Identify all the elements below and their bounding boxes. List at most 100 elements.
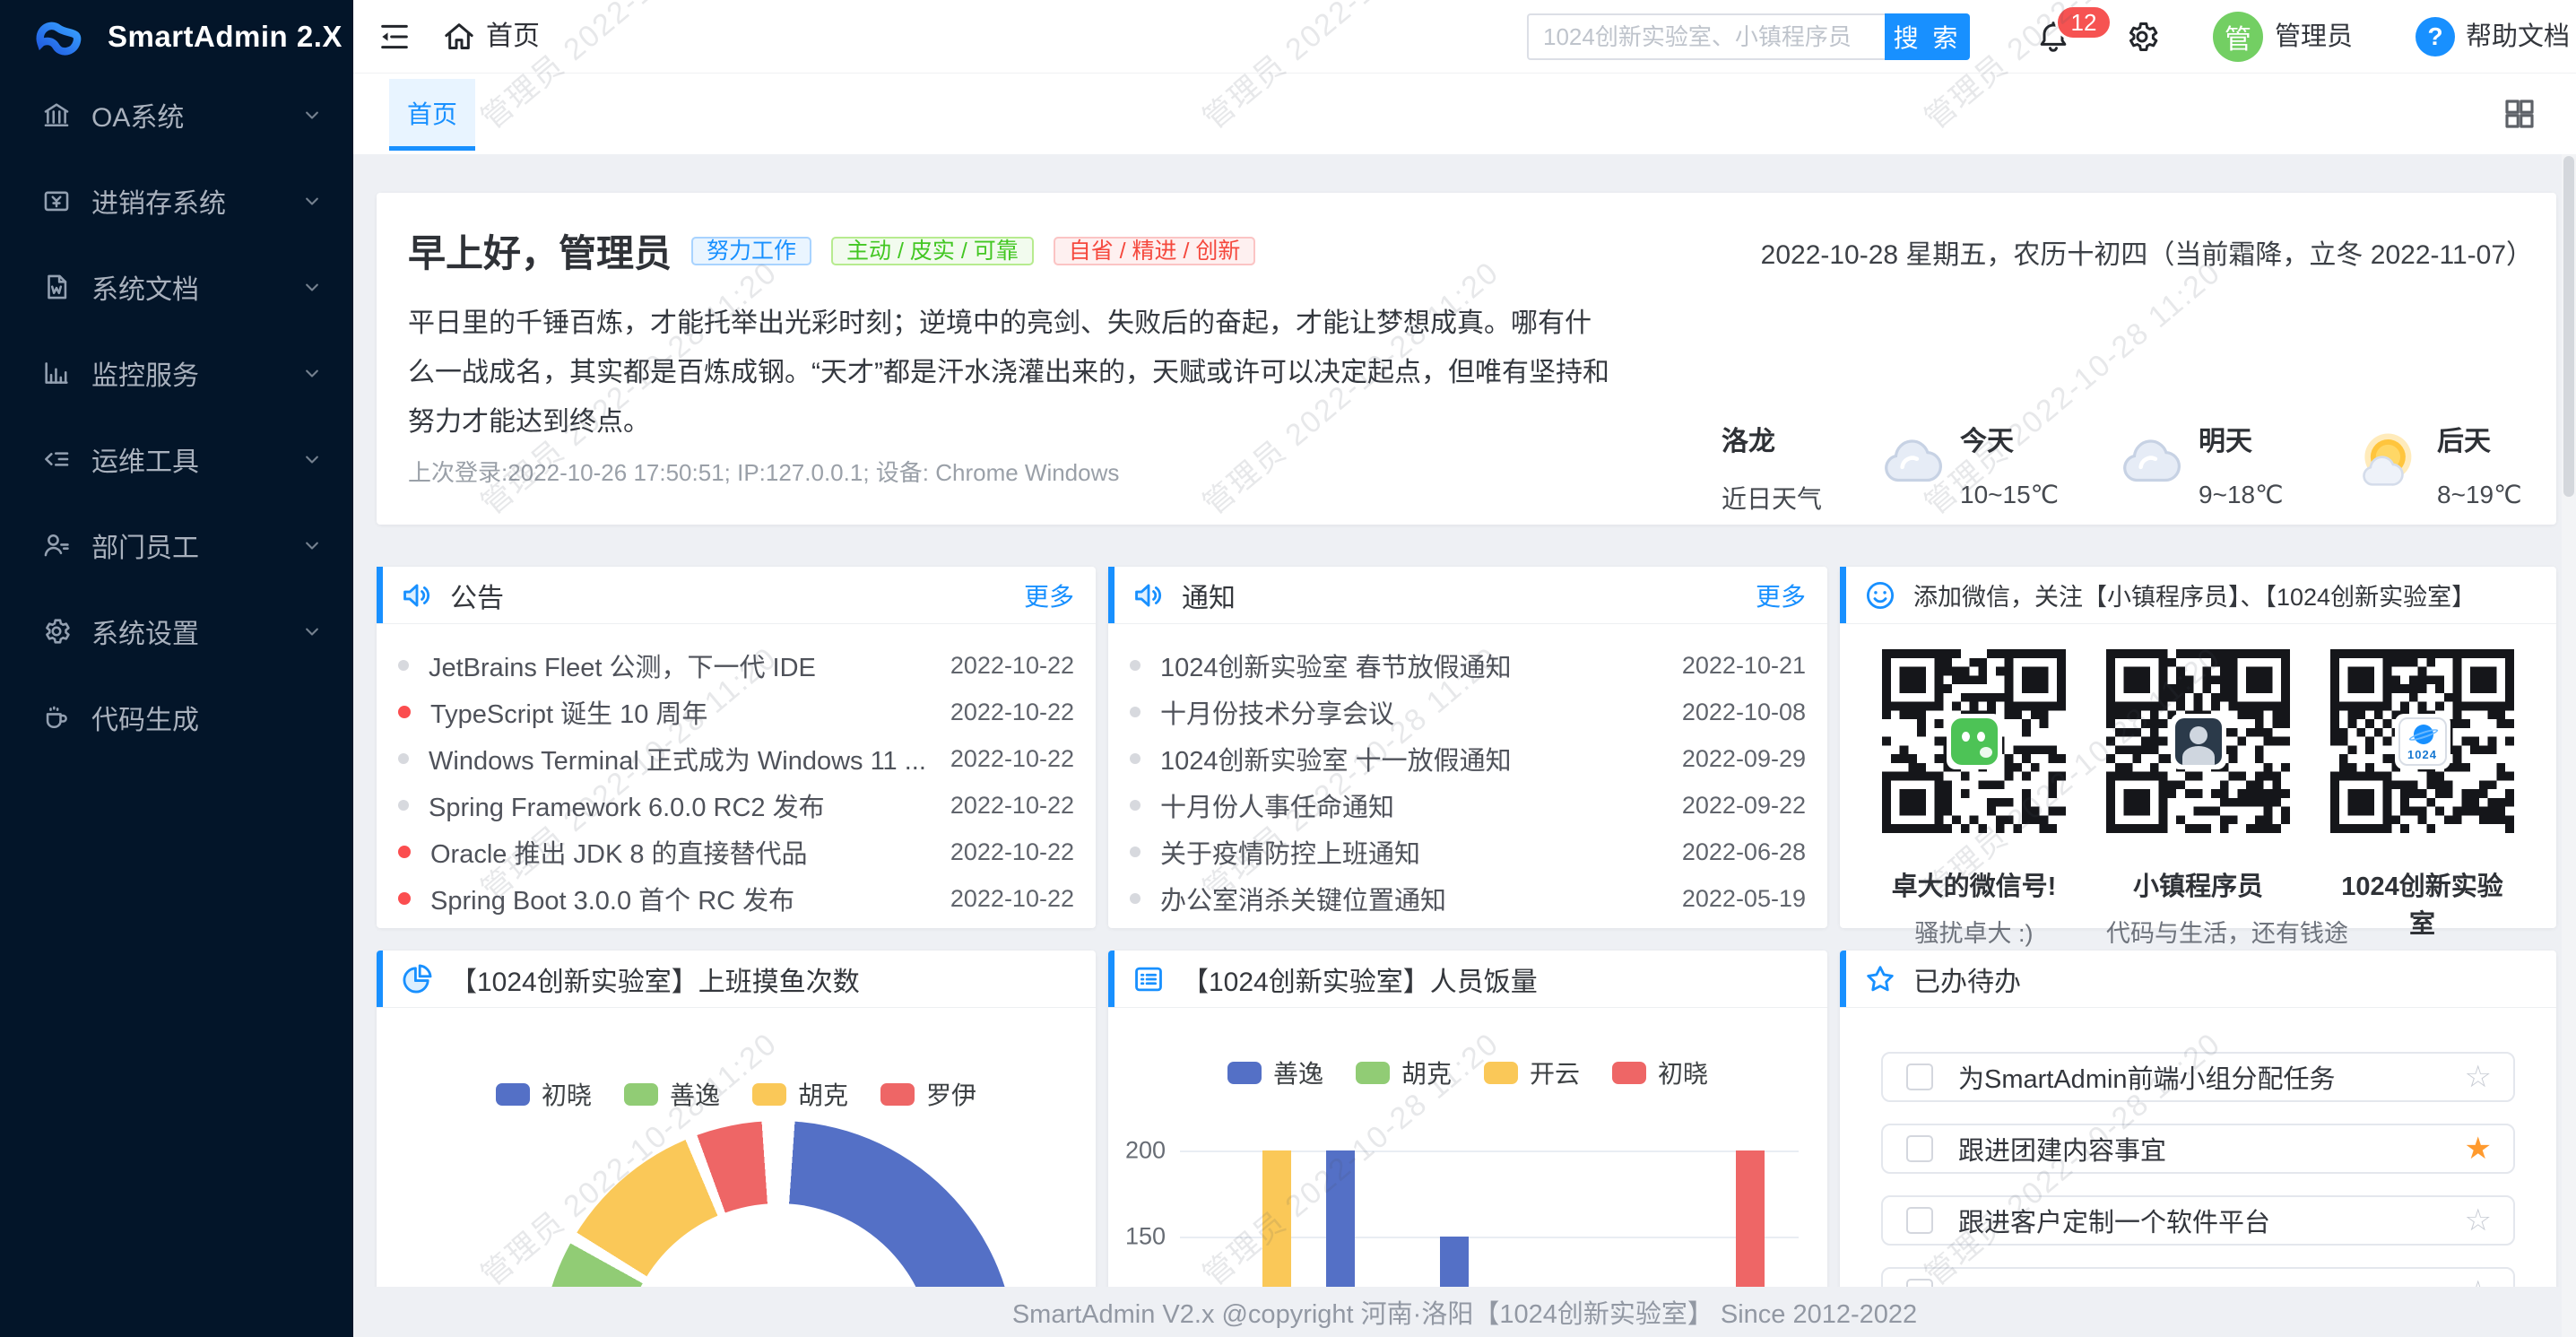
monitor-icon: [41, 358, 72, 388]
announcement-text: JetBrains Fleet 公测，下一代 IDE: [429, 647, 936, 684]
notice-text: 十月份技术分享会议: [1160, 693, 1668, 731]
dot-icon: [398, 892, 411, 905]
search-button[interactable]: 搜 索: [1885, 13, 1970, 60]
todo-card: 已办待办 为SmartAdmin前端小组分配任务☆跟进团建内容事宜★跟进客户定制…: [1840, 951, 2556, 1337]
greeting-motto: 平日里的千锤百炼，才能托举出光彩时刻；逆境中的亮剑、失败后的奋起，才能让梦想成真…: [408, 299, 1614, 447]
chevron-down-icon: [299, 360, 325, 386]
gear-icon[interactable]: [2124, 19, 2160, 55]
star-outline-icon[interactable]: ☆: [2465, 1205, 2492, 1236]
scrollbar[interactable]: [2562, 154, 2576, 1337]
notice-row[interactable]: 办公室消杀关键位置通知2022-05-19: [1108, 875, 1827, 922]
announcements-card: 公告 更多 JetBrains Fleet 公测，下一代 IDE2022-10-…: [377, 567, 1096, 928]
grid-layout-icon[interactable]: [2501, 95, 2538, 133]
legend-label: 初晓: [1658, 1055, 1708, 1090]
notice-date: 2022-09-29: [1682, 745, 1806, 773]
notices-card: 通知 更多 1024创新实验室 春节放假通知2022-10-21十月份技术分享会…: [1108, 567, 1827, 928]
cloud-icon: [2116, 428, 2186, 498]
greeting-tag: 自省 / 精进 / 创新: [1054, 237, 1256, 265]
help-docs-link[interactable]: 帮助文档: [2466, 0, 2570, 74]
sidebar-item-OA系统[interactable]: OA系统: [0, 72, 353, 158]
todo-label: 为SmartAdmin前端小组分配任务: [1958, 1058, 2465, 1096]
notice-row[interactable]: 1024创新实验室 十一放假通知 2022-09-29: [1108, 735, 1827, 782]
home-icon[interactable]: [441, 19, 477, 55]
qr-code: [1882, 649, 2066, 833]
star-outline-icon[interactable]: ☆: [2465, 1062, 2492, 1092]
help-icon[interactable]: ?: [2416, 17, 2455, 56]
notice-row[interactable]: 关于疫情防控上班通知2022-06-28: [1108, 829, 1827, 875]
sidebar-menu: OA系统进销存系统系统文档监控服务运维工具部门员工系统设置代码生成: [0, 72, 353, 760]
avatar[interactable]: 管: [2213, 12, 2263, 62]
user-name[interactable]: 管理员: [2275, 0, 2353, 74]
announcement-row[interactable]: JetBrains Fleet 公测，下一代 IDE2022-10-22: [377, 642, 1096, 689]
announcement-row[interactable]: Spring Framework 6.0.0 RC2 发布2022-10-22: [377, 782, 1096, 829]
cloud-icon: [1878, 428, 1947, 498]
announcement-date: 2022-10-22: [950, 745, 1074, 773]
search-input[interactable]: [1527, 13, 1885, 60]
announcement-text: Oracle 推出 JDK 8 的直接替代品: [430, 833, 936, 871]
tab-home[interactable]: 首页: [389, 79, 475, 151]
chevron-down-icon: [299, 533, 325, 558]
sidebar-item-进销存系统[interactable]: 进销存系统: [0, 158, 353, 244]
meal-chart-legend: 善逸胡克开云初晓: [1108, 1055, 1827, 1090]
notice-row[interactable]: 十月份人事任命通知2022-09-22: [1108, 782, 1827, 829]
todo-checkbox[interactable]: [1906, 1064, 1933, 1090]
dot-icon: [398, 660, 409, 671]
todo-item[interactable]: 跟进客户定制一个软件平台☆: [1881, 1195, 2515, 1246]
chevron-down-icon: [299, 447, 325, 472]
smartadmin-logo-icon: [32, 11, 84, 63]
dot-icon: [1130, 800, 1141, 811]
announcement-text: Windows Terminal 正式成为 Windows 11 ...: [429, 740, 936, 777]
announcements-more-link[interactable]: 更多: [1024, 577, 1074, 613]
sidebar-item-label: OA系统: [91, 95, 184, 135]
smiley-icon: [1863, 578, 1897, 612]
todo-checkbox[interactable]: [1906, 1207, 1933, 1234]
todo-header: 已办待办: [1840, 951, 2556, 1008]
settings-icon: [41, 616, 72, 647]
legend-item: 胡克: [1356, 1055, 1452, 1090]
scrollbar-thumb[interactable]: [2563, 156, 2574, 497]
fish-chart-card: 【1024创新实验室】上班摸鱼次数 初晓善逸胡克罗伊: [377, 951, 1096, 1337]
star-filled-icon[interactable]: ★: [2465, 1133, 2492, 1164]
pie-chart-icon: [400, 962, 434, 996]
speaker-icon: [1132, 578, 1166, 612]
notice-row[interactable]: 十月份技术分享会议2022-10-08: [1108, 689, 1827, 735]
notices-more-link[interactable]: 更多: [1756, 577, 1806, 613]
legend-chip-icon: [624, 1083, 658, 1106]
dot-icon: [398, 753, 409, 764]
dot-icon: [1130, 846, 1141, 857]
greeting-card: 早上好，管理员 努力工作主动 / 皮实 / 可靠自省 / 精进 / 创新 平日里…: [377, 193, 2556, 525]
sidebar-item-代码生成[interactable]: 代码生成: [0, 674, 353, 760]
sidebar-item-系统文档[interactable]: 系统文档: [0, 244, 353, 330]
todo-item[interactable]: 跟进团建内容事宜★: [1881, 1124, 2515, 1174]
todo-item[interactable]: 为SmartAdmin前端小组分配任务☆: [1881, 1052, 2515, 1102]
legend-chip-icon: [1484, 1062, 1518, 1084]
notice-date: 2022-06-28: [1682, 838, 1806, 866]
announcement-row[interactable]: Spring Boot 3.0.0 首个 RC 发布2022-10-22: [377, 875, 1096, 922]
qr-caption: 小镇程序员: [2106, 865, 2290, 903]
announcement-row[interactable]: Oracle 推出 JDK 8 的直接替代品 2022-10-22: [377, 829, 1096, 875]
qr-caption: 卓大的微信号!: [1882, 865, 2066, 903]
dot-icon: [1130, 893, 1141, 904]
breadcrumb[interactable]: 首页: [486, 0, 540, 74]
notice-row[interactable]: 1024创新实验室 春节放假通知2022-10-21: [1108, 642, 1827, 689]
sidebar-item-系统设置[interactable]: 系统设置: [0, 588, 353, 674]
meal-chart-title: 【1024创新实验室】人员饭量: [1182, 959, 1538, 999]
notice-text: 十月份人事任命通知: [1160, 786, 1668, 824]
announcement-row[interactable]: TypeScript 诞生 10 周年2022-10-22: [377, 689, 1096, 735]
announcement-row[interactable]: Windows Terminal 正式成为 Windows 11 ... 2022…: [377, 735, 1096, 782]
legend-label: 初晓: [542, 1076, 592, 1112]
sidebar-item-运维工具[interactable]: 运维工具: [0, 416, 353, 502]
sidebar-item-监控服务[interactable]: 监控服务: [0, 330, 353, 416]
menu-fold-icon[interactable]: [377, 19, 412, 55]
logo[interactable]: SmartAdmin 2.X: [0, 0, 353, 74]
dot-icon: [1130, 707, 1141, 717]
notice-text: 1024创新实验室 十一放假通知: [1160, 740, 1668, 777]
legend-label: 开云: [1530, 1055, 1580, 1090]
todo-title: 已办待办: [1913, 959, 2021, 999]
staff-icon: [41, 530, 72, 560]
announcement-date: 2022-10-22: [950, 838, 1074, 866]
todo-checkbox[interactable]: [1906, 1135, 1933, 1162]
legend-label: 胡克: [1401, 1055, 1452, 1090]
sidebar-item-部门员工[interactable]: 部门员工: [0, 502, 353, 588]
todo-label: 跟进团建内容事宜: [1958, 1130, 2465, 1168]
